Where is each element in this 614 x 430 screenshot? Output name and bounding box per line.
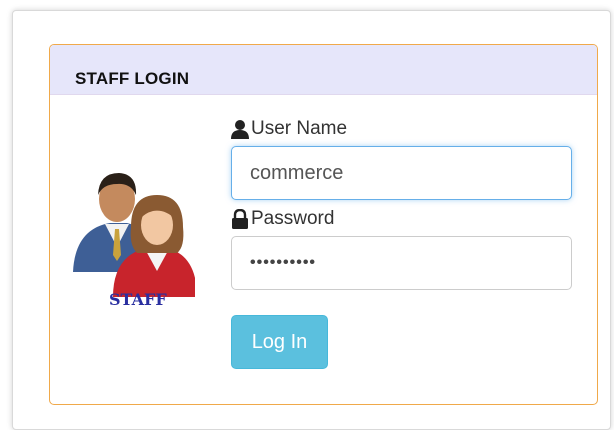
- password-label: Password: [230, 208, 334, 230]
- staff-login-panel: STAFF LOGIN STAFF User Name commerce Pas…: [49, 44, 598, 405]
- login-card: STAFF LOGIN STAFF User Name commerce Pas…: [12, 10, 611, 430]
- password-label-text: Password: [251, 208, 335, 229]
- staff-caption: STAFF: [109, 290, 167, 307]
- panel-heading: STAFF LOGIN: [50, 45, 597, 95]
- username-label: User Name: [230, 118, 347, 140]
- username-label-text: User Name: [251, 118, 348, 139]
- staff-avatar-icon: STAFF: [73, 173, 195, 307]
- lock-icon: [232, 209, 248, 229]
- user-icon: [231, 120, 249, 139]
- login-button[interactable]: Log In: [231, 315, 328, 369]
- username-input[interactable]: [231, 146, 572, 200]
- password-input[interactable]: [231, 236, 572, 290]
- panel-title: STAFF LOGIN: [75, 69, 190, 88]
